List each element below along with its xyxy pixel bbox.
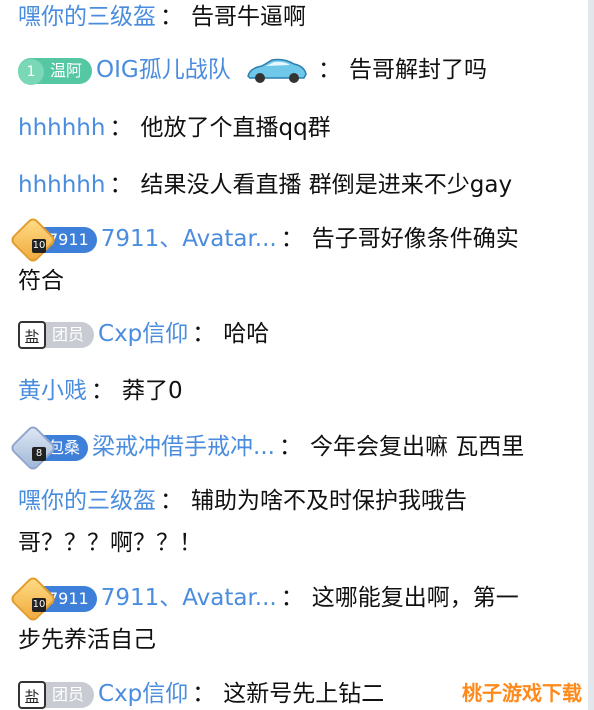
badge-level: 1 <box>18 58 44 85</box>
badge-text: 团员 <box>52 684 85 704</box>
fan-badge[interactable]: 8 包桑 <box>8 423 89 472</box>
username[interactable]: Cxp信仰 <box>98 321 188 347</box>
separator: ： <box>280 226 304 252</box>
message-text: 结果没人看直播 群倒是进来不少gay <box>140 172 513 198</box>
message-text: 告子哥好像条件确实 <box>311 226 519 252</box>
message-text: 哈哈 <box>223 321 270 347</box>
username[interactable]: OIG孤儿战队 <box>96 57 231 83</box>
chat-message: hhhhhh： 他放了个直播qq群 <box>18 105 578 152</box>
chat-message: 嘿你的三级盔： 辅助为啥不及时保护我哦告 <box>18 478 578 525</box>
message-text: 辅助为啥不及时保护我哦告 <box>191 488 467 514</box>
message-text: 告哥解封了吗 <box>349 57 488 83</box>
message-text: 这新号先上钻二 <box>223 681 385 707</box>
separator: ： <box>109 172 133 198</box>
chat-message-continued: 步先养活自己 <box>18 617 578 664</box>
car-icon <box>247 58 307 83</box>
crest-level: 8 <box>32 446 46 461</box>
badge-text: 团员 <box>52 324 85 344</box>
separator: ： <box>160 488 183 514</box>
badge-text: 温阿 <box>50 60 83 80</box>
chat-message: 嘿你的三级盔： 告哥牛逼啊 <box>18 0 578 41</box>
separator: ： <box>91 378 114 404</box>
fan-club-icon: 盐 <box>18 680 46 709</box>
chat-message-continued: 符合 <box>18 258 578 305</box>
chat-message: hhhhhh： 结果没人看直播 群倒是进来不少gay <box>18 162 578 209</box>
fan-badge[interactable]: 盐团员 <box>18 680 95 709</box>
separator: ： <box>280 585 304 611</box>
message-text: 哥？？？啊？？！ <box>18 530 202 556</box>
separator: ： <box>109 115 133 141</box>
chat-message: 10 7911 7911、Avatar...： 这哪能复出啊，第一 <box>8 574 578 623</box>
separator: ： <box>160 4 183 30</box>
separator: ： <box>318 57 342 83</box>
fan-badge[interactable]: 10 7911 <box>8 215 97 264</box>
username[interactable]: 嘿你的三级盔 <box>18 488 156 514</box>
message-text: 步先养活自己 <box>18 627 156 653</box>
chat-message: 10 7911 7911、Avatar...： 告子哥好像条件确实 <box>8 215 578 264</box>
scrollbar-track[interactable] <box>588 0 594 710</box>
watermark-logo: 桃子游戏下载 <box>462 681 582 705</box>
chat-message: 黄小贱： 莽了0 <box>18 368 578 415</box>
crest-level: 10 <box>32 597 46 612</box>
crest-level: 10 <box>32 238 46 253</box>
username[interactable]: 嘿你的三级盔 <box>18 4 156 30</box>
message-text: 这哪能复出啊，第一 <box>311 585 519 611</box>
username[interactable]: 7911、Avatar... <box>101 226 277 252</box>
fan-badge[interactable]: 盐团员 <box>18 320 95 349</box>
separator: ： <box>192 681 216 707</box>
separator: ： <box>278 434 302 460</box>
username[interactable]: 黄小贱 <box>18 378 87 404</box>
chat-message: 盐团员 Cxp信仰：哈哈 <box>18 311 578 358</box>
username[interactable]: hhhhhh <box>18 172 105 198</box>
chat-message: 8 包桑 梁戒冲借手戒冲...： 今年会复出嘛 瓦西里 <box>8 423 578 472</box>
message-text: 他放了个直播qq群 <box>140 115 331 141</box>
message-text: 告哥牛逼啊 <box>191 4 306 30</box>
chat-message: 1 温阿 OIG孤儿战队 ： 告哥解封了吗 <box>18 47 578 94</box>
fan-club-icon: 盐 <box>18 320 46 349</box>
message-text: 今年会复出嘛 瓦西里 <box>309 434 525 460</box>
message-text: 莽了0 <box>122 378 183 404</box>
fan-badge[interactable]: 10 7911 <box>8 574 97 623</box>
username[interactable]: 7911、Avatar... <box>101 585 277 611</box>
chat-message-continued: 哥？？？啊？？！ <box>18 520 578 567</box>
username[interactable]: Cxp信仰 <box>98 681 188 707</box>
chat-panel: 嘿你的三级盔：告哥牛逼啊 1 温阿 OIG孤儿战队 ：告哥解封了吗 hhhhhh：他… <box>0 0 588 710</box>
fan-badge[interactable]: 1 温阿 <box>18 57 93 85</box>
username[interactable]: hhhhhh <box>18 115 105 141</box>
username[interactable]: 梁戒冲借手戒冲... <box>92 434 275 460</box>
separator: ： <box>192 321 216 347</box>
message-text: 符合 <box>18 268 64 294</box>
